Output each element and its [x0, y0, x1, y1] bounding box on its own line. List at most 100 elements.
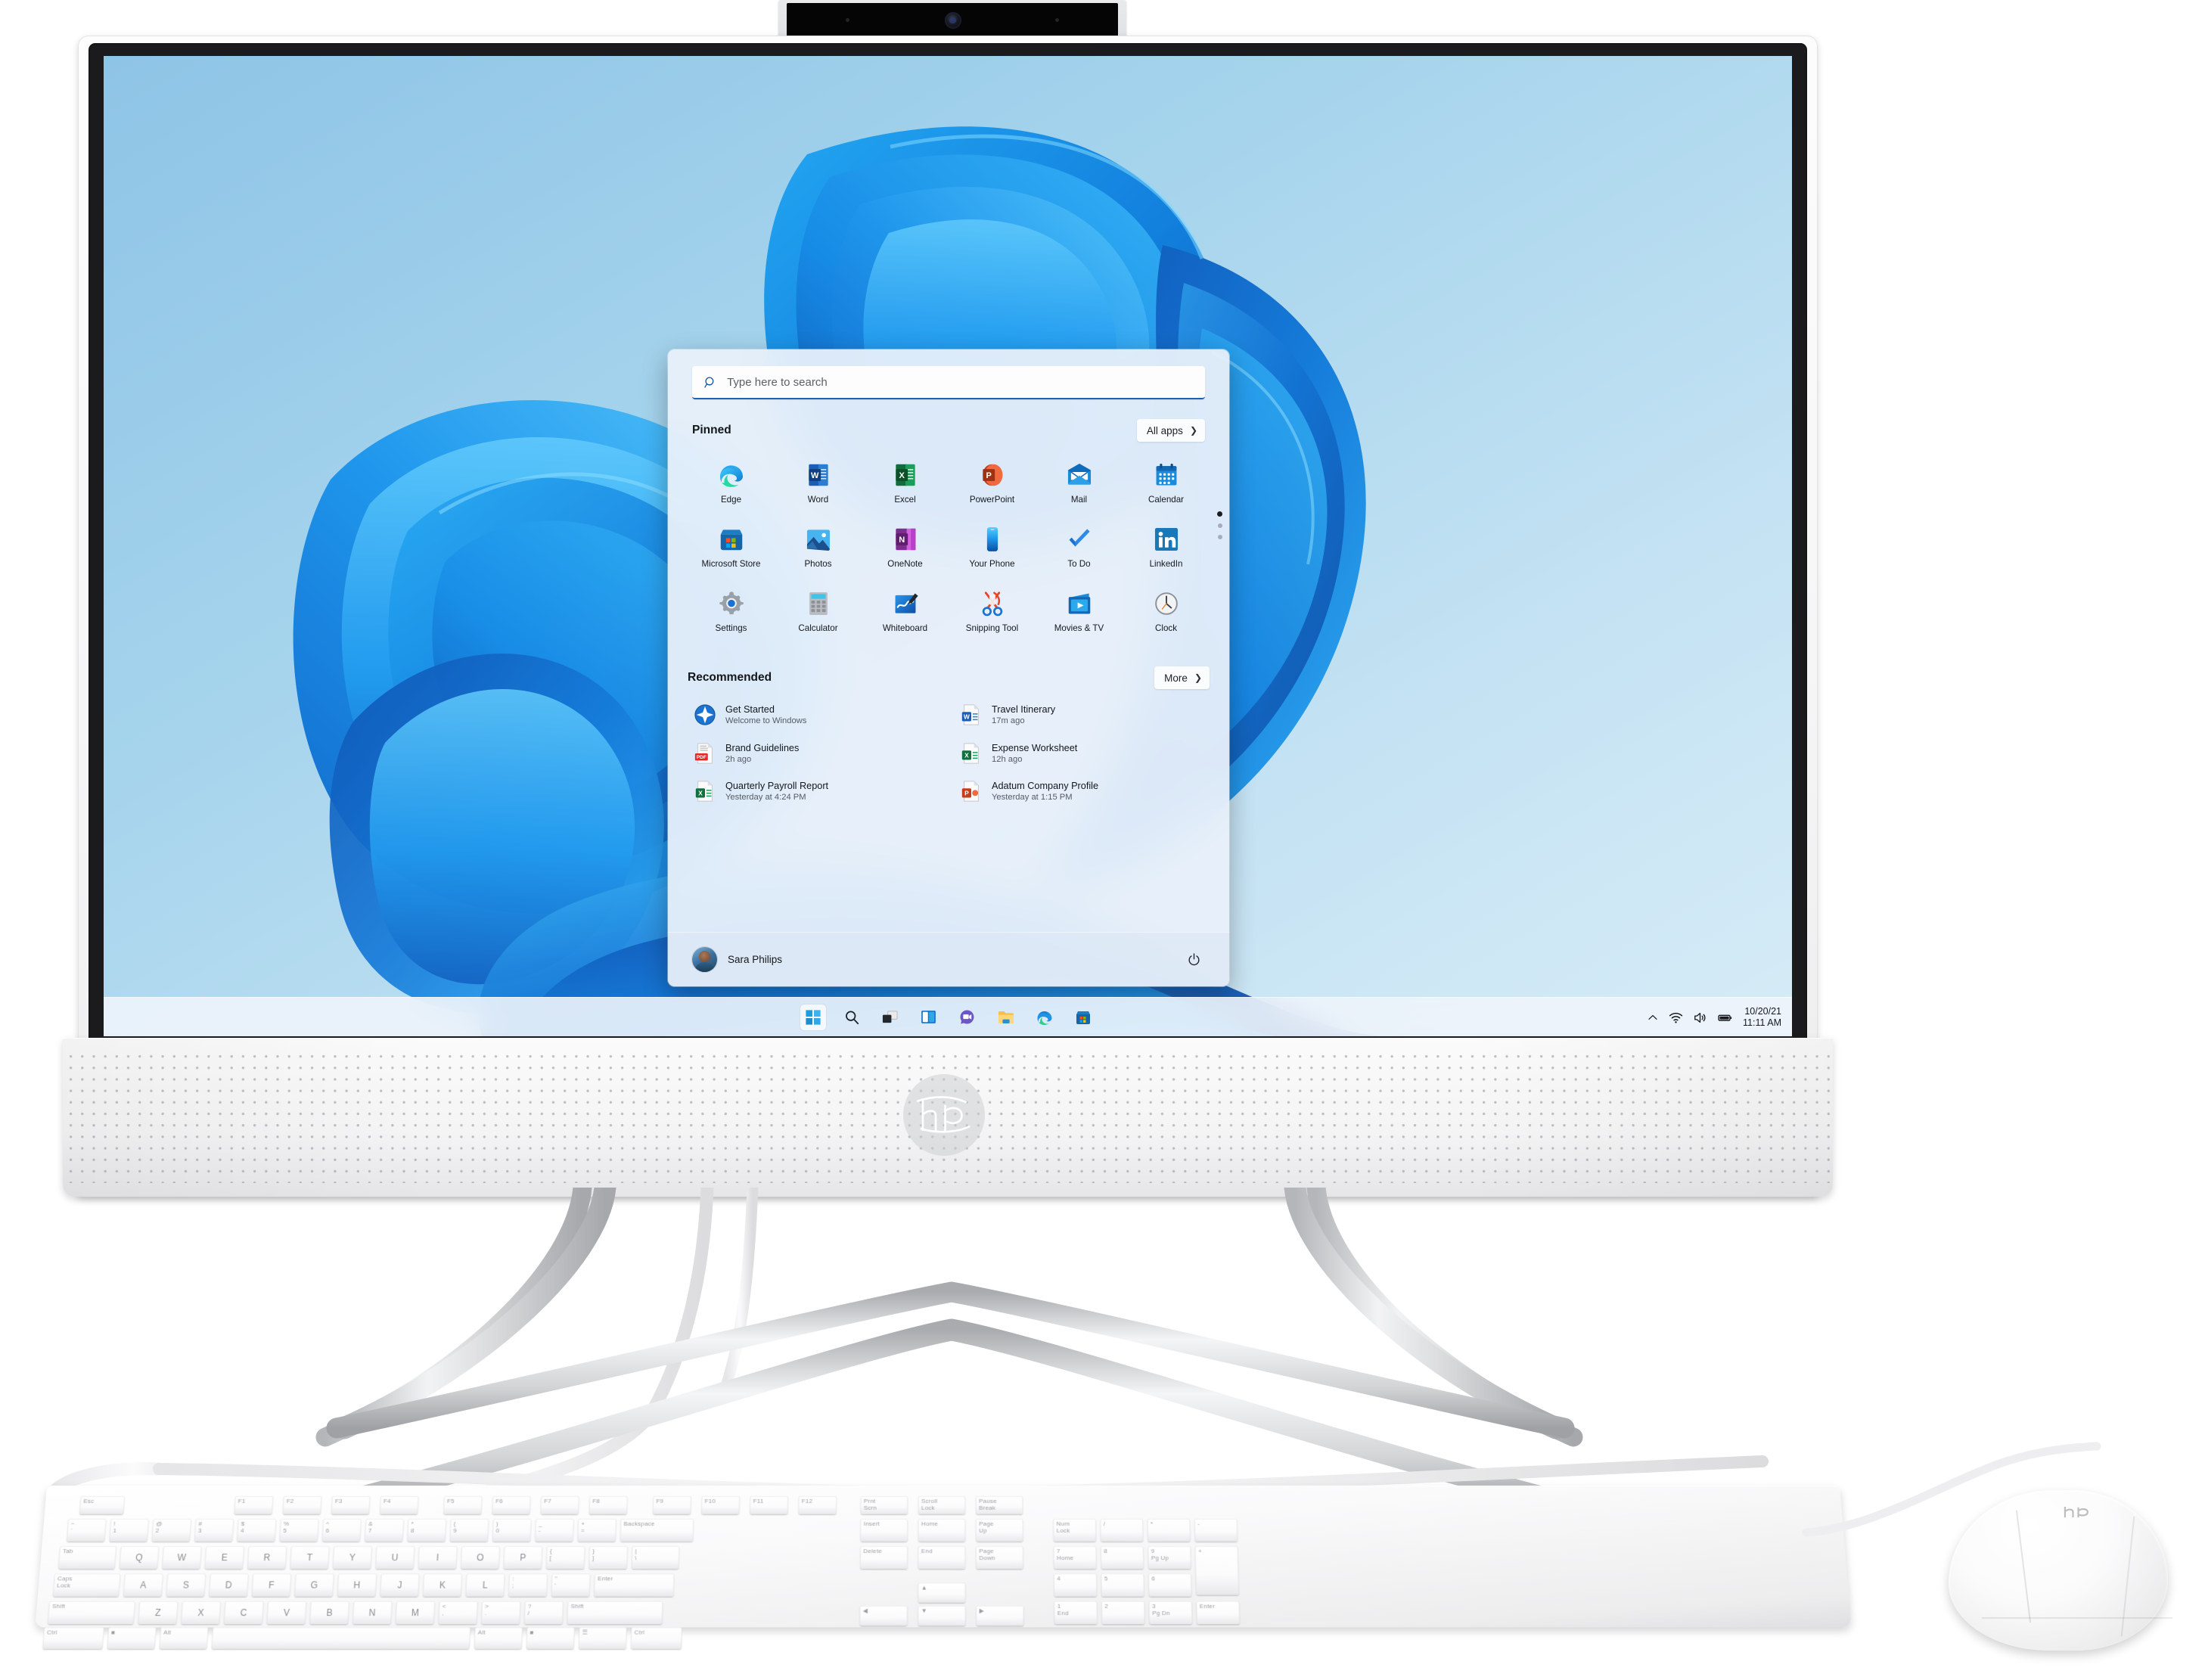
key-s[interactable]: S [166, 1573, 207, 1597]
key-w[interactable]: W [162, 1546, 202, 1570]
pinned-app-your-phone[interactable]: Your Phone [949, 518, 1036, 575]
key-quote[interactable]: " ' [551, 1573, 591, 1597]
taskbar-edge-button[interactable] [1032, 1005, 1057, 1030]
key-ctrl-right[interactable]: Ctrl [630, 1627, 682, 1650]
key-l[interactable]: L [465, 1573, 505, 1597]
taskbar-file-explorer-button[interactable] [993, 1005, 1019, 1030]
clock-datetime[interactable]: 10/20/21 11:11 AM [1743, 1006, 1781, 1029]
key-t[interactable]: T [290, 1546, 330, 1570]
key-numpad-2[interactable]: 2 [1101, 1601, 1145, 1625]
key-numpad-4[interactable]: 4 [1054, 1573, 1098, 1597]
key-numpad-enter[interactable]: Enter [1196, 1601, 1240, 1625]
pinned-app-photos[interactable]: Photos [775, 518, 862, 575]
key-2[interactable]: @2 [151, 1518, 191, 1542]
key-f5[interactable]: F5 [443, 1495, 483, 1514]
pinned-app-settings[interactable]: Settings [688, 582, 775, 639]
taskbar-widgets-button[interactable] [916, 1005, 942, 1030]
key-arrow-down[interactable]: ▼ [918, 1605, 966, 1626]
key-page-up[interactable]: Page Up [976, 1518, 1023, 1542]
key-b[interactable]: B [309, 1601, 349, 1625]
key-o[interactable]: O [461, 1546, 500, 1570]
page-dot-2[interactable] [1217, 523, 1222, 528]
pinned-app-clock[interactable]: Clock [1123, 582, 1210, 639]
key-k[interactable]: K [423, 1573, 462, 1597]
page-dot-1[interactable] [1217, 511, 1222, 517]
pinned-app-snipping-tool[interactable]: Snipping Tool [949, 582, 1036, 639]
key-9[interactable]: (9 [449, 1518, 489, 1542]
key-f4[interactable]: F4 [380, 1495, 419, 1514]
key-v[interactable]: V [266, 1601, 307, 1625]
user-account-button[interactable]: Sara Philips [692, 947, 782, 972]
key-home[interactable]: Home [918, 1518, 966, 1542]
key-bracket-right[interactable]: }] [589, 1546, 628, 1570]
key-alt-left[interactable]: Alt [159, 1627, 209, 1650]
battery-icon[interactable] [1717, 1010, 1733, 1026]
key-pause-break[interactable]: Pause Break [976, 1495, 1023, 1514]
key-m[interactable]: M [395, 1601, 435, 1625]
pinned-app-microsoft-store[interactable]: Microsoft Store [688, 518, 775, 575]
key-numpad-6[interactable]: 6 [1148, 1573, 1192, 1597]
key-delete[interactable]: Delete [860, 1546, 908, 1570]
key-equals[interactable]: + = [577, 1518, 616, 1542]
key-n[interactable]: N [352, 1601, 393, 1625]
key-page-down[interactable]: Page Down [976, 1546, 1023, 1570]
key-1[interactable]: ! 1 [109, 1518, 149, 1542]
taskbar-search-button[interactable] [839, 1005, 865, 1030]
key-insert[interactable]: Insert [860, 1518, 908, 1542]
key-f7[interactable]: F7 [540, 1495, 579, 1514]
key-comma[interactable]: <, [438, 1601, 478, 1625]
key-5[interactable]: % 5 [279, 1518, 319, 1542]
speaker-icon[interactable] [1693, 1011, 1707, 1025]
key-period[interactable]: >. [481, 1601, 521, 1625]
key-end[interactable]: End [918, 1546, 966, 1570]
key-backspace[interactable]: Backspace [620, 1518, 694, 1542]
pinned-app-edge[interactable]: Edge [688, 454, 775, 511]
key-space[interactable] [211, 1627, 471, 1650]
key-enter[interactable]: Enter [594, 1573, 675, 1597]
key-menu[interactable]: ☰ [578, 1627, 627, 1650]
key-8[interactable]: * 8 [407, 1518, 446, 1542]
key-r[interactable]: R [247, 1546, 287, 1570]
key-f6[interactable]: F6 [492, 1495, 531, 1514]
key-0[interactable]: ) 0 [492, 1518, 532, 1542]
key-f8[interactable]: F8 [589, 1495, 628, 1514]
key-f11[interactable]: F11 [750, 1495, 788, 1514]
key-q[interactable]: Q [119, 1546, 160, 1570]
recommended-item-expense-worksheet[interactable]: X Expense Worksheet 12h ago [954, 738, 1210, 769]
taskbar-chat-button[interactable] [955, 1005, 980, 1030]
taskbar-task-view-button[interactable] [877, 1005, 903, 1030]
recommended-item-brand-guidelines[interactable]: PDF Brand Guidelines 2h ago [688, 738, 943, 769]
key-minus[interactable]: _ - [535, 1518, 574, 1542]
key-z[interactable]: Z [138, 1601, 179, 1625]
key-f3[interactable]: F3 [331, 1495, 371, 1514]
key-j[interactable]: J [380, 1573, 420, 1597]
key-scroll-lock[interactable]: Scroll Lock [918, 1495, 966, 1514]
key-f12[interactable]: F12 [798, 1495, 837, 1514]
key-print-screen[interactable]: Prnt Scrn [860, 1495, 908, 1514]
key-i[interactable]: I [418, 1546, 458, 1570]
key-p[interactable]: P [503, 1546, 543, 1570]
recommended-item-adatum-company-profile[interactable]: P Adatum Company Profile Yesterday at 1:… [954, 776, 1210, 807]
key-win-right[interactable]: ■ [526, 1627, 575, 1650]
key-a[interactable]: A [123, 1573, 163, 1597]
key-semicolon[interactable]: :; [508, 1573, 548, 1597]
key-e[interactable]: E [204, 1546, 244, 1570]
key-f1[interactable]: F1 [234, 1495, 274, 1514]
key-h[interactable]: H [337, 1573, 377, 1597]
start-menu[interactable]: Pinned All apps ❯ [668, 349, 1229, 986]
key-numpad-3[interactable]: 3 Pg Dn [1148, 1601, 1193, 1625]
key-backslash[interactable]: | \ [631, 1546, 680, 1570]
pinned-app-onenote[interactable]: N OneNote [862, 518, 949, 575]
key-f10[interactable]: F10 [701, 1495, 740, 1514]
key-y[interactable]: Y [332, 1546, 372, 1570]
more-button[interactable]: More ❯ [1154, 666, 1210, 689]
key-numpad-divide[interactable]: / [1100, 1518, 1144, 1542]
key-4[interactable]: $4 [237, 1518, 277, 1542]
pinned-app-calendar[interactable]: Calendar [1123, 454, 1210, 511]
power-button[interactable] [1182, 949, 1205, 971]
key-6[interactable]: ^ 6 [321, 1518, 362, 1542]
key-numpad-5[interactable]: 5 [1101, 1573, 1144, 1597]
pinned-app-calculator[interactable]: Calculator [775, 582, 862, 639]
pinned-app-powerpoint[interactable]: P PowerPoint [949, 454, 1036, 511]
key-numpad-7[interactable]: 7 Home [1053, 1546, 1097, 1570]
